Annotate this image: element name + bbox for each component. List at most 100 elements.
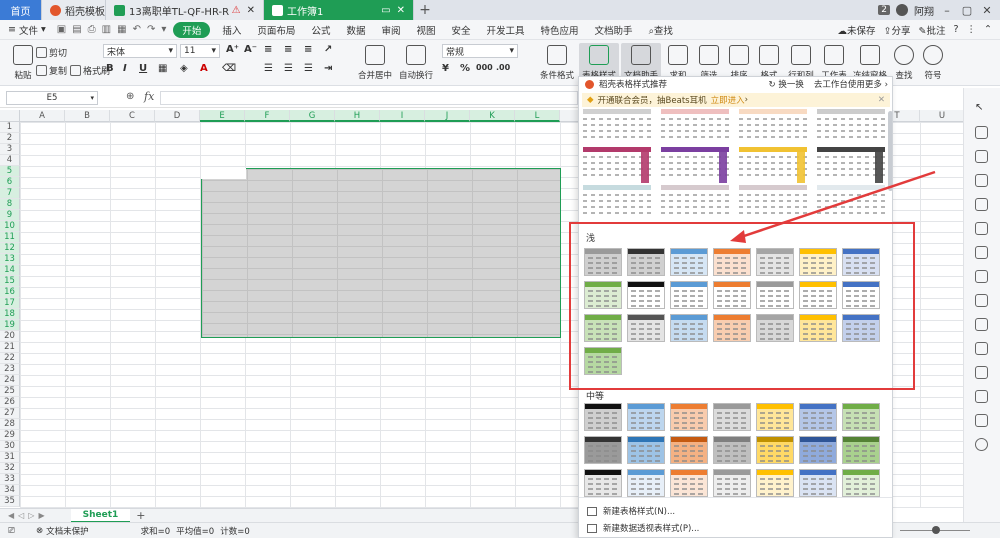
row-header[interactable]: 9	[0, 210, 20, 221]
menu-view[interactable]: 视图	[408, 23, 443, 37]
recommended-style-thumb[interactable]	[583, 185, 651, 221]
fill-color-icon[interactable]: ◈	[180, 63, 188, 74]
compare-icon[interactable]	[975, 270, 988, 283]
row-header[interactable]: 26	[0, 397, 20, 408]
more-icon[interactable]: ⋮	[967, 24, 977, 35]
recommended-style-thumb[interactable]	[817, 147, 885, 183]
maximize-icon[interactable]: ▢	[960, 4, 974, 17]
grid-icon[interactable]	[975, 222, 988, 235]
table-style-option[interactable]	[627, 403, 665, 431]
help-icon[interactable]	[975, 438, 988, 451]
cloud-icon[interactable]	[975, 246, 988, 259]
table-style-option[interactable]	[627, 281, 665, 309]
row-header[interactable]: 2	[0, 133, 20, 144]
align-center-icon[interactable]: ☰	[284, 63, 293, 74]
redo-icon[interactable]: ↷	[144, 24, 158, 35]
format-icon[interactable]: ▦	[114, 24, 129, 35]
font-name-select[interactable]: 宋体 ▾	[103, 44, 177, 58]
row-header[interactable]: 13	[0, 254, 20, 265]
number-format-select[interactable]: 常规 ▾	[442, 44, 518, 58]
menu-insert[interactable]: 插入	[214, 23, 249, 37]
column-header[interactable]: F	[245, 110, 290, 122]
copy-icon[interactable]	[975, 318, 988, 331]
row-header[interactable]: 11	[0, 232, 20, 243]
row-header[interactable]: 3	[0, 144, 20, 155]
row-header[interactable]: 15	[0, 276, 20, 287]
table-style-option[interactable]	[713, 248, 751, 276]
column-header[interactable]: U	[920, 110, 963, 122]
row-header[interactable]: 8	[0, 199, 20, 210]
table-style-option[interactable]	[842, 314, 880, 342]
menu-formula[interactable]: 公式	[303, 23, 338, 37]
row-header[interactable]: 35	[0, 496, 20, 507]
recommended-style-thumb[interactable]	[661, 147, 729, 183]
increase-font-icon[interactable]: A⁺	[226, 44, 239, 55]
bold-button[interactable]: B	[106, 63, 114, 74]
sheet-tab-sheet1[interactable]: Sheet1	[70, 508, 131, 523]
column-header[interactable]: L	[515, 110, 560, 122]
table-style-option[interactable]	[584, 469, 622, 497]
table-style-option[interactable]	[584, 347, 622, 375]
fx-icon[interactable]: fx	[144, 90, 154, 103]
table-style-option[interactable]	[584, 436, 622, 464]
comment-button[interactable]: ✎批注	[919, 23, 946, 37]
export-icon[interactable]	[975, 294, 988, 307]
find-button[interactable]: 查找	[890, 43, 918, 83]
format-painter-button[interactable]: 格式刷	[70, 64, 110, 77]
refresh-button[interactable]: ↻ 换一换	[769, 78, 804, 90]
chevron-down-icon[interactable]: ▾	[158, 24, 169, 35]
notification-badge[interactable]: 2	[878, 5, 890, 15]
table-style-option[interactable]	[670, 436, 708, 464]
more-styles-link[interactable]: 去工作台使用更多 ›	[814, 78, 888, 90]
recommended-style-thumb[interactable]	[817, 109, 885, 145]
table-style-option[interactable]	[756, 281, 794, 309]
row-header[interactable]: 17	[0, 298, 20, 309]
column-header[interactable]: H	[335, 110, 380, 122]
save-icon[interactable]: ▣	[54, 24, 69, 35]
row-header[interactable]: 31	[0, 452, 20, 463]
orientation-icon[interactable]: ↗	[324, 44, 332, 55]
underline-button[interactable]: U	[139, 63, 147, 74]
table-style-option[interactable]	[756, 314, 794, 342]
close-icon[interactable]: ✕	[391, 5, 405, 16]
row-header[interactable]: 32	[0, 463, 20, 474]
menu-review[interactable]: 审阅	[373, 23, 408, 37]
table-style-option[interactable]	[584, 403, 622, 431]
align-left-icon[interactable]: ☰	[264, 63, 273, 74]
align-bottom-icon[interactable]: ≡	[304, 44, 312, 55]
recommended-style-thumb[interactable]	[583, 147, 651, 183]
table-style-option[interactable]	[713, 314, 751, 342]
menu-page-layout[interactable]: 页面布局	[249, 23, 303, 37]
font-size-select[interactable]: 11 ▾	[180, 44, 220, 58]
symbol-button[interactable]: 符号	[918, 43, 948, 83]
cut-button[interactable]: 剪切	[36, 46, 67, 59]
selected-range[interactable]	[201, 168, 561, 338]
zoom-slider-handle[interactable]	[932, 526, 940, 534]
new-pivot-style-item[interactable]: 新建数据透视表样式(P)...	[587, 522, 699, 534]
table-style-option[interactable]	[842, 436, 880, 464]
thousands-icon[interactable]: 000	[476, 63, 493, 72]
recommended-style-thumb[interactable]	[739, 147, 807, 183]
table-style-option[interactable]	[627, 469, 665, 497]
align-top-icon[interactable]: ≡	[264, 44, 272, 55]
chart-icon[interactable]	[975, 198, 988, 211]
table-style-option[interactable]	[799, 248, 837, 276]
edit-icon[interactable]	[975, 414, 988, 427]
close-icon[interactable]: ✕	[878, 95, 885, 105]
help-icon[interactable]: ?	[953, 24, 958, 35]
clear-format-icon[interactable]: ⌫	[222, 63, 236, 74]
row-header[interactable]: 19	[0, 320, 20, 331]
preview-icon[interactable]: ▥	[99, 24, 114, 35]
panel-scrollbar[interactable]	[888, 111, 892, 191]
table-style-option[interactable]	[713, 281, 751, 309]
font-color-icon[interactable]: A	[200, 63, 208, 74]
doc-protect-status[interactable]: ⊗ 文档未保护	[36, 525, 89, 537]
table-style-option[interactable]	[627, 436, 665, 464]
name-box[interactable]: E5 ▾	[6, 91, 98, 105]
table-style-option[interactable]	[799, 469, 837, 497]
menu-start[interactable]: 开始	[173, 21, 211, 38]
row-header[interactable]: 34	[0, 485, 20, 496]
table-style-option[interactable]	[799, 403, 837, 431]
row-header[interactable]: 4	[0, 155, 20, 166]
row-header[interactable]: 18	[0, 309, 20, 320]
